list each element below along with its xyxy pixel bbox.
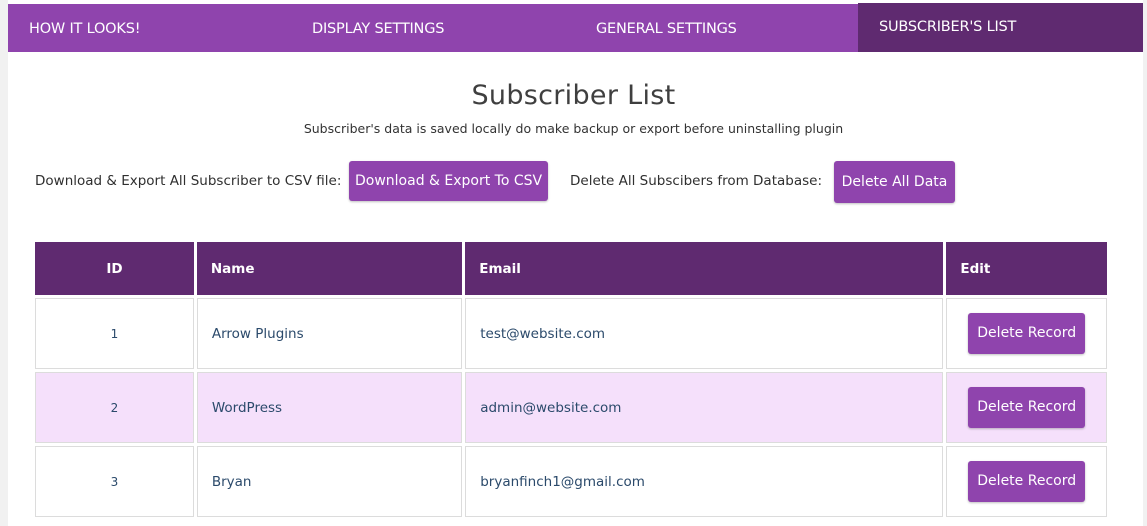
cell-name: WordPress	[196, 372, 463, 443]
tab-bar: HOW IT LOOKS! DISPLAY SETTINGS GENERAL S…	[8, 3, 1143, 52]
page-title: Subscriber List	[471, 80, 676, 111]
tab-subscribers-list[interactable]: SUBSCRIBER'S LIST	[858, 3, 1143, 52]
column-header-email: Email	[465, 242, 944, 295]
delete-record-button[interactable]: Delete Record	[968, 313, 1086, 354]
delete-record-button[interactable]: Delete Record	[968, 461, 1086, 502]
cell-id: 1	[35, 298, 194, 369]
tab-general-settings[interactable]: GENERAL SETTINGS	[596, 4, 737, 52]
cell-id: 3	[35, 446, 194, 517]
cell-email: test@website.com	[465, 298, 944, 369]
column-header-edit: Edit	[946, 242, 1107, 295]
column-header-id: ID	[35, 242, 194, 295]
table-row: 3 Bryan bryanfinch1@gmail.com Delete Rec…	[35, 446, 1107, 517]
column-header-name: Name	[196, 242, 463, 295]
cell-email: admin@website.com	[465, 372, 944, 443]
cell-name: Arrow Plugins	[196, 298, 463, 369]
table-header-row: ID Name Email Edit	[35, 242, 1107, 295]
delete-all-label: Delete All Subscibers from Database:	[570, 173, 822, 189]
cell-email: bryanfinch1@gmail.com	[465, 446, 944, 517]
page-subtitle: Subscriber's data is saved locally do ma…	[303, 121, 844, 136]
export-label: Download & Export All Subscriber to CSV …	[35, 173, 342, 189]
export-csv-button[interactable]: Download & Export To CSV	[349, 161, 548, 201]
subscriber-table: ID Name Email Edit 1 Arrow Plugins test@…	[32, 239, 1110, 520]
cell-name: Bryan	[196, 446, 463, 517]
delete-record-button[interactable]: Delete Record	[968, 387, 1086, 428]
tab-how-it-looks[interactable]: HOW IT LOOKS!	[29, 4, 141, 52]
cell-edit: Delete Record	[946, 372, 1107, 443]
tab-display-settings[interactable]: DISPLAY SETTINGS	[312, 4, 444, 52]
cell-id: 2	[35, 372, 194, 443]
delete-all-button[interactable]: Delete All Data	[834, 161, 955, 203]
cell-edit: Delete Record	[946, 446, 1107, 517]
table-row: 2 WordPress admin@website.com Delete Rec…	[35, 372, 1107, 443]
cell-edit: Delete Record	[946, 298, 1107, 369]
table-row: 1 Arrow Plugins test@website.com Delete …	[35, 298, 1107, 369]
